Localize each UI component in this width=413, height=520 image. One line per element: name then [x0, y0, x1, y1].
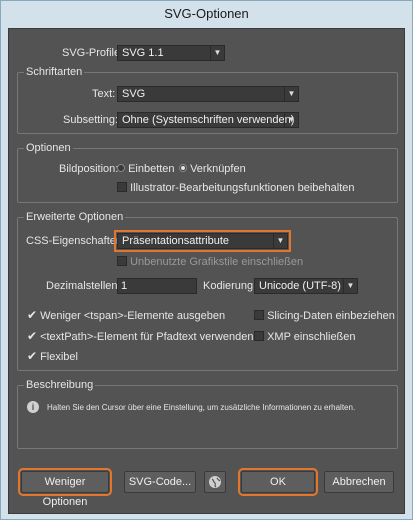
checkbox-slicing-label: Slicing-Daten einbeziehen	[267, 310, 395, 322]
radio-embed-label: Einbetten	[128, 163, 175, 175]
globe-icon-button[interactable]	[204, 471, 226, 493]
description-text: Halten Sie den Cursor über eine Einstell…	[47, 403, 356, 412]
checkbox-fewer-tspan-label: Weniger <tspan>-Elemente ausgeben	[40, 310, 226, 322]
encoding-select[interactable]: Unicode (UTF-8) ▼	[254, 278, 358, 294]
subsetting-label: Subsetting:	[63, 114, 119, 126]
text-select[interactable]: SVG ▼	[117, 86, 299, 102]
checkbox	[254, 331, 264, 342]
info-icon: i	[27, 401, 39, 413]
checkbox-unused-styles[interactable]: Unbenutzte Grafikstile einschließen	[117, 256, 303, 268]
css-properties-select[interactable]: Präsentationsattribute ▼	[114, 230, 291, 252]
encoding-label: Kodierung:	[203, 280, 257, 292]
checkbox-textpath[interactable]: ✔ <textPath>-Element für Pfadtext verwen…	[27, 329, 254, 344]
checkbox	[117, 256, 127, 267]
radio-link[interactable]: Verknüpfen	[179, 163, 246, 175]
fonts-group-title: Schriftarten	[24, 65, 85, 79]
chevron-down-icon: ▼	[273, 234, 287, 248]
checkbox-flexible[interactable]: ✔ Flexibel	[27, 349, 78, 364]
fewer-options-button[interactable]: Weniger Optionen	[18, 468, 112, 508]
subsetting-select[interactable]: Ohne (Systemschriften verwenden) ▼	[117, 112, 299, 128]
radio-button	[117, 164, 125, 173]
options-group: Optionen	[17, 141, 398, 203]
checkmark-icon: ✔	[27, 308, 38, 323]
chevron-down-icon: ▼	[210, 46, 224, 60]
css-properties-label: CSS-Eigenschaften:	[26, 235, 126, 247]
image-position-label: Bildposition:	[59, 163, 119, 175]
svg-profile-label: SVG-Profile:	[62, 47, 124, 59]
checkbox-illustrator-edit-label: Illustrator-Bearbeitungsfunktionen beibe…	[130, 182, 355, 194]
checkbox-textpath-label: <textPath>-Element für Pfadtext verwende…	[40, 331, 254, 343]
radio-button-selected	[179, 164, 187, 173]
text-select-value: SVG	[122, 88, 146, 100]
radio-embed[interactable]: Einbetten	[117, 163, 175, 175]
ok-button[interactable]: OK	[238, 468, 318, 496]
encoding-value: Unicode (UTF-8)	[259, 280, 341, 292]
dialog-panel: SVG-Profile: SVG 1.1 ▼ Schriftarten Text…	[8, 28, 405, 514]
cancel-button[interactable]: Abbrechen	[324, 471, 394, 493]
svg-profile-value: SVG 1.1	[122, 47, 164, 59]
chevron-down-icon: ▼	[343, 279, 357, 293]
description-title: Beschreibung	[24, 378, 96, 392]
css-properties-value: Präsentationsattribute	[122, 235, 230, 247]
chevron-down-icon: ▼	[284, 87, 298, 101]
description-group: Beschreibung	[17, 378, 398, 449]
checkbox	[117, 182, 127, 193]
svg-profile-select[interactable]: SVG 1.1 ▼	[117, 45, 225, 61]
advanced-options-title: Erweiterte Optionen	[24, 210, 126, 224]
globe-icon	[209, 476, 221, 488]
checkbox-illustrator-edit[interactable]: Illustrator-Bearbeitungsfunktionen beibe…	[117, 182, 355, 194]
chevron-down-icon: ▼	[284, 113, 298, 127]
svg-options-dialog: SVG-Optionen SVG-Profile: SVG 1.1 ▼ Schr…	[0, 0, 413, 520]
decimal-places-input[interactable]: 1	[117, 278, 197, 294]
window-title: SVG-Optionen	[164, 6, 249, 21]
radio-link-label: Verknüpfen	[190, 163, 246, 175]
checkmark-icon: ✔	[27, 329, 38, 344]
checkbox-xmp[interactable]: XMP einschließen	[254, 331, 356, 343]
checkbox-flexible-label: Flexibel	[40, 351, 78, 363]
checkbox-slicing[interactable]: Slicing-Daten einbeziehen	[254, 310, 395, 322]
checkbox	[254, 310, 264, 321]
checkbox-unused-styles-label: Unbenutzte Grafikstile einschließen	[130, 256, 304, 268]
checkbox-xmp-label: XMP einschließen	[267, 331, 356, 343]
subsetting-value: Ohne (Systemschriften verwenden)	[122, 114, 295, 126]
svg-code-button[interactable]: SVG-Code...	[124, 471, 196, 493]
text-label: Text:	[92, 88, 116, 100]
options-group-title: Optionen	[24, 141, 73, 155]
checkmark-icon: ✔	[27, 349, 38, 364]
checkbox-fewer-tspan[interactable]: ✔ Weniger <tspan>-Elemente ausgeben	[27, 308, 226, 323]
decimal-places-label: Dezimalstellen:	[46, 280, 121, 292]
